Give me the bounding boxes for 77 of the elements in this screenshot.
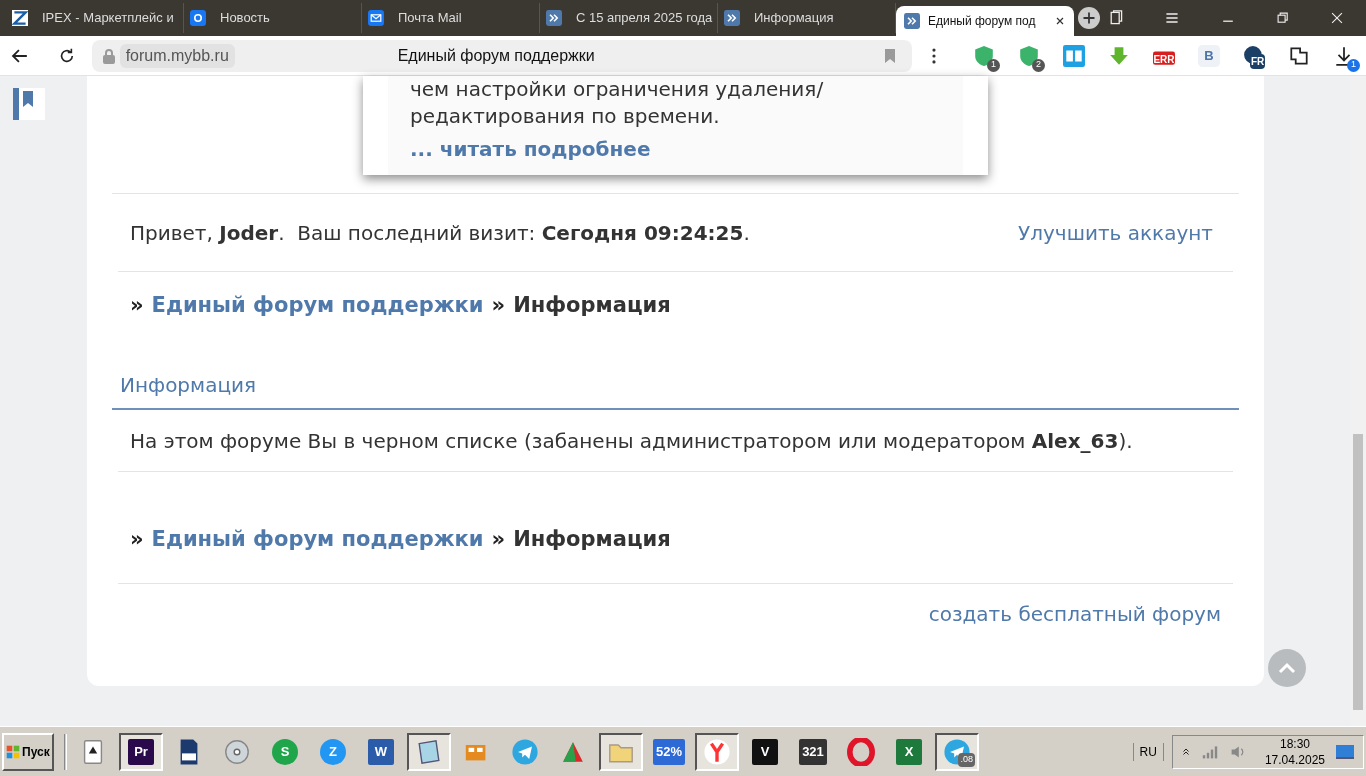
taskbar-app[interactable] (407, 732, 451, 771)
breadcrumb-separator: » (130, 525, 144, 553)
page-title: Единый форум поддержки (397, 45, 595, 66)
upgrade-account-link[interactable]: Улучшить аккаунт (1018, 217, 1213, 248)
menu-icon[interactable] (1164, 10, 1180, 26)
browser-tab[interactable]: Почта Mail (362, 3, 540, 33)
start-button[interactable]: Пуск (2, 732, 54, 771)
extension-label: B (1204, 46, 1214, 65)
taskbar-app[interactable]: .08 (935, 732, 979, 771)
browser-tab[interactable]: Единый форум под (896, 6, 1074, 36)
breadcrumb-separator: » (130, 292, 144, 320)
section-heading: Информация (112, 370, 1239, 410)
restore-icon[interactable] (1276, 11, 1290, 25)
close-icon[interactable] (1054, 15, 1066, 27)
browser-tab[interactable]: Новость (184, 3, 362, 33)
app-badge: .08 (958, 753, 975, 767)
ring-icon (847, 737, 875, 766)
disc-icon (223, 737, 251, 766)
browser-tab[interactable]: IPEX - Маркетплейс и (6, 3, 184, 33)
popup-text: чем настройки ограничения удаления/ (410, 76, 825, 103)
count-badge: 2 (1032, 58, 1045, 72)
bookmark-panel-icon[interactable] (13, 88, 45, 120)
taskbar-app[interactable] (599, 732, 643, 771)
site-icon (12, 10, 28, 26)
chevron-up-icon (1278, 662, 1296, 674)
close-window-icon[interactable] (1330, 11, 1344, 25)
book-icon[interactable] (1062, 43, 1086, 68)
site-icon (724, 10, 740, 26)
popup-text: редактирования по времени. (410, 103, 721, 130)
current-page: Информация (513, 292, 671, 320)
lock-icon (101, 47, 116, 64)
y-logo-icon (703, 737, 731, 766)
app-icon: 321 (799, 738, 827, 765)
taskbar-app[interactable]: X (887, 732, 931, 771)
windows-logo-icon (6, 744, 20, 759)
count-badge: 1 (987, 58, 1000, 72)
breadcrumb-separator: » (491, 525, 506, 553)
site-icon (546, 10, 562, 26)
app-icon: 52% (653, 738, 685, 765)
paper-plane-icon (511, 737, 539, 766)
clock-date[interactable]: 17.04.2025 (1264, 751, 1325, 768)
language-indicator[interactable]: RU (1132, 742, 1164, 761)
app-icon: V (752, 738, 778, 765)
new-tab-icon[interactable] (1078, 7, 1100, 29)
app-icon: W (368, 738, 394, 765)
more-icon[interactable] (932, 47, 936, 64)
create-forum-link[interactable]: создать бесплатный форум (928, 599, 1221, 629)
count-badge: 1 (1347, 58, 1360, 72)
app-icon: S (272, 738, 298, 765)
forum-link[interactable]: Единый форум поддержки (151, 290, 484, 322)
taskbar-app[interactable]: V (743, 732, 787, 771)
url-domain: forum.mybb.ru (119, 43, 235, 68)
app-icon: X (896, 738, 922, 765)
welcome-text: Привет, Joder. Ваш последний визит: Сегодня 09:24:25. (130, 219, 750, 247)
app-icon: Pr (128, 738, 154, 765)
site-icon (904, 13, 920, 29)
read-more-link[interactable]: ... читать подробнее (410, 136, 941, 163)
taskbar-app[interactable]: 52% (647, 732, 691, 771)
extension-label: ERR (1153, 52, 1175, 67)
envelope-icon (368, 10, 384, 26)
browser-tab[interactable]: С 15 апреля 2025 года (540, 3, 718, 33)
taskbar-app[interactable] (695, 732, 739, 771)
address-bar[interactable]: forum.mybb.ru Единый форум поддержки (91, 39, 913, 72)
browser-tab[interactable]: Информация (718, 3, 896, 33)
forum-link[interactable]: Единый форум поддержки (151, 523, 484, 556)
app-icon: Z (320, 738, 346, 765)
collections-icon[interactable] (1108, 10, 1124, 26)
current-page: Информация (513, 525, 671, 553)
extension-label: FR (1250, 53, 1266, 69)
breadcrumb-separator: » (491, 292, 506, 320)
taskbar-app[interactable]: 321 (791, 732, 835, 771)
clock-time[interactable]: 18:30 (1279, 735, 1310, 752)
taskbar-app[interactable]: Pr (119, 732, 163, 771)
taskbar-app[interactable]: W (359, 732, 403, 771)
scrollbar-thumb[interactable] (1353, 434, 1363, 710)
ban-message: На этом форуме Вы в черном списке (забанены администратором или модератором Alex_63). (130, 427, 1133, 455)
letter-icon[interactable]: B (1197, 43, 1221, 68)
